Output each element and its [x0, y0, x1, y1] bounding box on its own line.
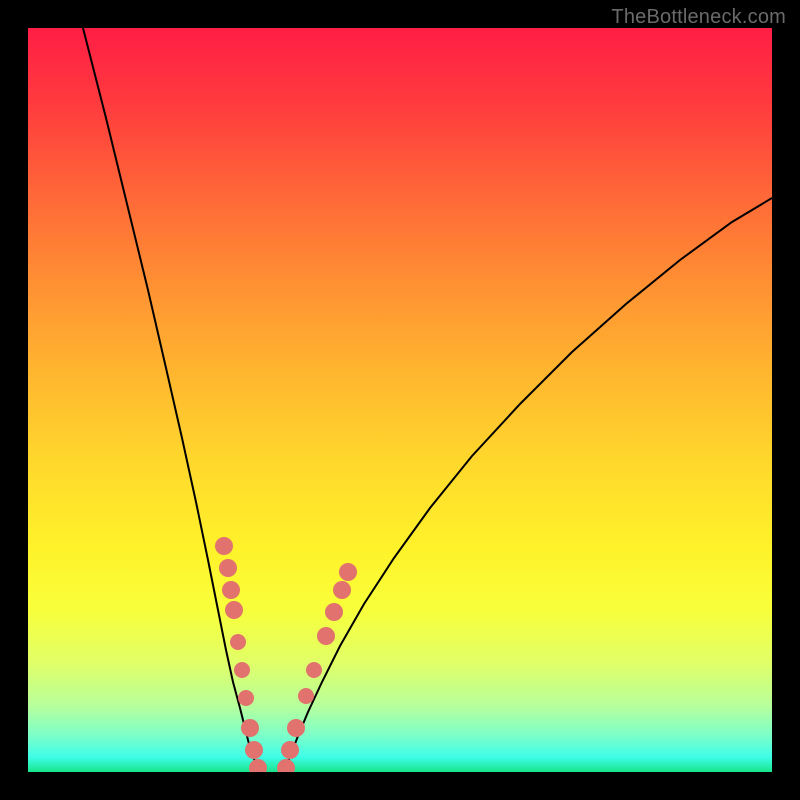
dot-right-1	[281, 741, 299, 759]
dot-left-7	[241, 719, 259, 737]
curve-layer	[28, 28, 772, 772]
dot-left-8	[245, 741, 263, 759]
dot-right-4	[306, 662, 322, 678]
dot-left-3	[225, 601, 243, 619]
dot-left-9	[249, 759, 267, 772]
watermark-label: TheBottleneck.com	[611, 6, 786, 29]
series-curve-left	[83, 28, 260, 772]
dot-left-1	[219, 559, 237, 577]
chart-frame: TheBottleneck.com	[0, 0, 800, 800]
dot-right-0	[277, 759, 295, 772]
plot-area	[28, 28, 772, 772]
dot-left-5	[234, 662, 250, 678]
dot-right-3	[298, 688, 314, 704]
dot-left-0	[215, 537, 233, 555]
dot-right-7	[333, 581, 351, 599]
dot-right-6	[325, 603, 343, 621]
dot-right-5	[317, 627, 335, 645]
series-curve-right	[283, 198, 772, 772]
dot-left-4	[230, 634, 246, 650]
dot-left-2	[222, 581, 240, 599]
dot-right-8	[339, 563, 357, 581]
dot-left-6	[238, 690, 254, 706]
dot-right-2	[287, 719, 305, 737]
